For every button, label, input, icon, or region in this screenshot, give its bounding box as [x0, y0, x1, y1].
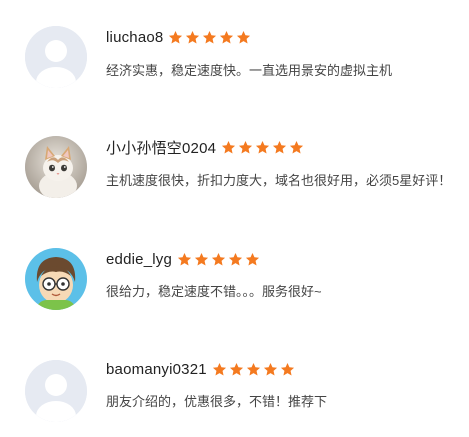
kitten-photo-avatar[interactable]: [25, 136, 87, 198]
default-avatar-icon[interactable]: [25, 360, 87, 422]
star-icon: [280, 362, 294, 375]
star-icon: [263, 362, 277, 375]
star-rating: [177, 252, 260, 267]
star-icon: [228, 252, 243, 265]
review-comment: 朋友介绍的，优惠很多，不错！推荐下: [106, 394, 328, 409]
star-icon: [229, 362, 243, 375]
star-icon: [211, 252, 226, 265]
star-icon: [177, 252, 192, 265]
star-icon: [290, 140, 304, 153]
review-item: 小小孙悟空0204 主机速度很快，折扣力度大，域名也很好用，必须5星好评！: [0, 110, 469, 210]
review-comment: 经济实惠，稳定速度快。一直选用景安的虚拟主机: [106, 63, 393, 78]
reviewer-name[interactable]: 小小孙悟空0204: [106, 137, 216, 158]
star-icon: [212, 362, 226, 375]
star-icon: [203, 30, 217, 43]
review-item: eddie_lyg 很给力，稳定速度不错。。。服务很好~: [0, 222, 469, 322]
reviewer-name[interactable]: eddie_lyg: [106, 251, 172, 268]
review-comment: 主机速度很快，折扣力度大，域名也很好用，必须5星好评！: [106, 173, 452, 188]
default-avatar-icon[interactable]: [25, 26, 87, 88]
star-icon: [186, 30, 200, 43]
cartoon-face-avatar[interactable]: [25, 248, 87, 310]
review-item: liuchao8 经济实惠，稳定速度快。一直选用景安的虚拟主机: [0, 0, 469, 100]
star-icon: [246, 362, 260, 375]
star-rating: [168, 30, 251, 45]
star-icon: [273, 140, 287, 153]
reviewer-name[interactable]: liuchao8: [106, 29, 163, 46]
star-icon: [237, 30, 251, 43]
star-icon: [169, 30, 183, 43]
star-icon: [194, 252, 209, 265]
star-icon: [222, 140, 236, 153]
star-rating: [212, 362, 295, 377]
review-item: baomanyi0321 朋友介绍的，优惠很多，不错！推荐下: [0, 334, 469, 434]
star-icon: [239, 140, 253, 153]
star-icon: [245, 252, 260, 265]
star-icon: [256, 140, 270, 153]
review-comment: 很给力，稳定速度不错。。。服务很好~: [106, 284, 322, 299]
reviewer-name[interactable]: baomanyi0321: [106, 361, 207, 378]
star-icon: [220, 30, 234, 43]
star-rating: [221, 140, 304, 155]
